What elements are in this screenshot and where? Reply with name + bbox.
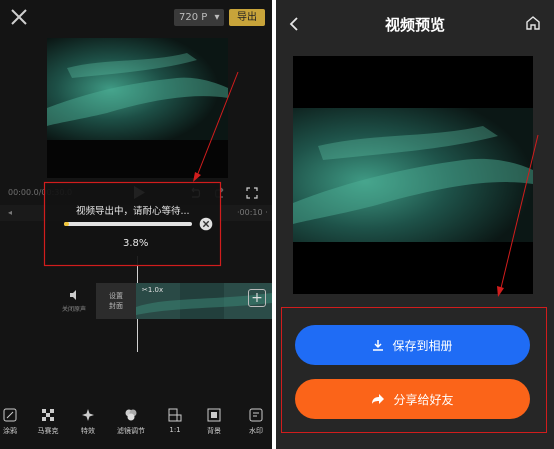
tool-brush[interactable]: 涂鸦 — [0, 404, 30, 436]
save-label: 保存到相册 — [392, 338, 453, 353]
tool-effects[interactable]: 特效 — [68, 404, 108, 436]
save-to-album-button[interactable]: 保存到相册 — [295, 325, 530, 365]
editor-panel: 720 P ▾ 导出 00:00.0/00:30.0 ◂ ·00:10 · 关闭… — [0, 0, 272, 449]
tool-ratio[interactable]: 1:1 — [155, 404, 195, 434]
progress-fill — [64, 222, 69, 226]
background-icon — [207, 408, 221, 422]
share-label: 分享给好友 — [393, 392, 454, 407]
tool-label: 滤镜调节 — [117, 427, 145, 435]
tool-label: 1:1 — [169, 426, 181, 434]
download-icon — [373, 340, 384, 351]
filter-icon — [125, 409, 137, 421]
effects-icon — [82, 409, 94, 421]
mosaic-icon — [42, 409, 54, 421]
cancel-export-icon[interactable] — [199, 217, 213, 231]
tool-watermark[interactable]: 水印 — [236, 404, 272, 436]
tool-background[interactable]: 背景 — [194, 404, 234, 436]
cover-label-line1: 设置 — [109, 292, 123, 300]
brush-icon — [3, 408, 17, 422]
timeline-start-marker: ◂ — [8, 208, 13, 217]
tool-label: 水印 — [249, 427, 263, 435]
export-progress-dialog: 视频导出中，请耐心等待... 3.8% — [44, 182, 221, 266]
share-icon — [372, 394, 385, 404]
video-preview-image — [293, 108, 533, 242]
tool-label: 特效 — [81, 427, 95, 435]
volume-label: 关闭原声 — [62, 306, 87, 313]
speaker-icon[interactable] — [70, 290, 80, 300]
progress-percent: 3.8% — [123, 238, 149, 249]
share-to-friends-button[interactable]: 分享给好友 — [295, 379, 530, 419]
aurora-image — [47, 38, 228, 140]
tool-label: 涂鸦 — [3, 427, 17, 435]
add-clip-button[interactable]: + — [248, 289, 266, 307]
progress-track — [64, 222, 192, 226]
clip-speed-tag: ✂1.0x — [142, 286, 164, 294]
export-message: 视频导出中，请耐心等待... — [76, 206, 190, 217]
set-cover-button[interactable]: 设置 封面 — [96, 283, 136, 319]
resolution-select[interactable]: 720 P ▾ — [174, 9, 224, 26]
timeline-time-marker: ·00:10 · — [237, 208, 268, 217]
watermark-icon — [249, 408, 263, 422]
video-preview — [47, 38, 228, 140]
aurora-image — [293, 108, 533, 242]
cover-label-line2: 封面 — [109, 302, 123, 310]
chevron-down-icon: ▾ — [214, 12, 220, 23]
video-preview-letterbox — [47, 140, 228, 178]
ratio-icon — [168, 408, 182, 422]
tool-label: 背景 — [207, 427, 221, 435]
video-preview-page: 视频预览 保存到相册 分享给好友 — [276, 0, 554, 449]
resolution-value: 720 P — [179, 12, 208, 23]
export-button[interactable]: 导出 — [229, 9, 265, 26]
edit-toolbar: 涂鸦 马赛克 特效 滤镜调节 1:1 背景 水印 — [0, 404, 272, 449]
tool-filter[interactable]: 滤镜调节 — [111, 404, 151, 436]
tool-mosaic[interactable]: 马赛克 — [28, 404, 68, 436]
page-title: 视频预览 — [384, 16, 445, 34]
fullscreen-icon[interactable] — [246, 187, 258, 199]
tool-label: 马赛克 — [37, 427, 59, 435]
home-icon[interactable] — [525, 15, 541, 31]
close-icon[interactable] — [8, 6, 30, 28]
